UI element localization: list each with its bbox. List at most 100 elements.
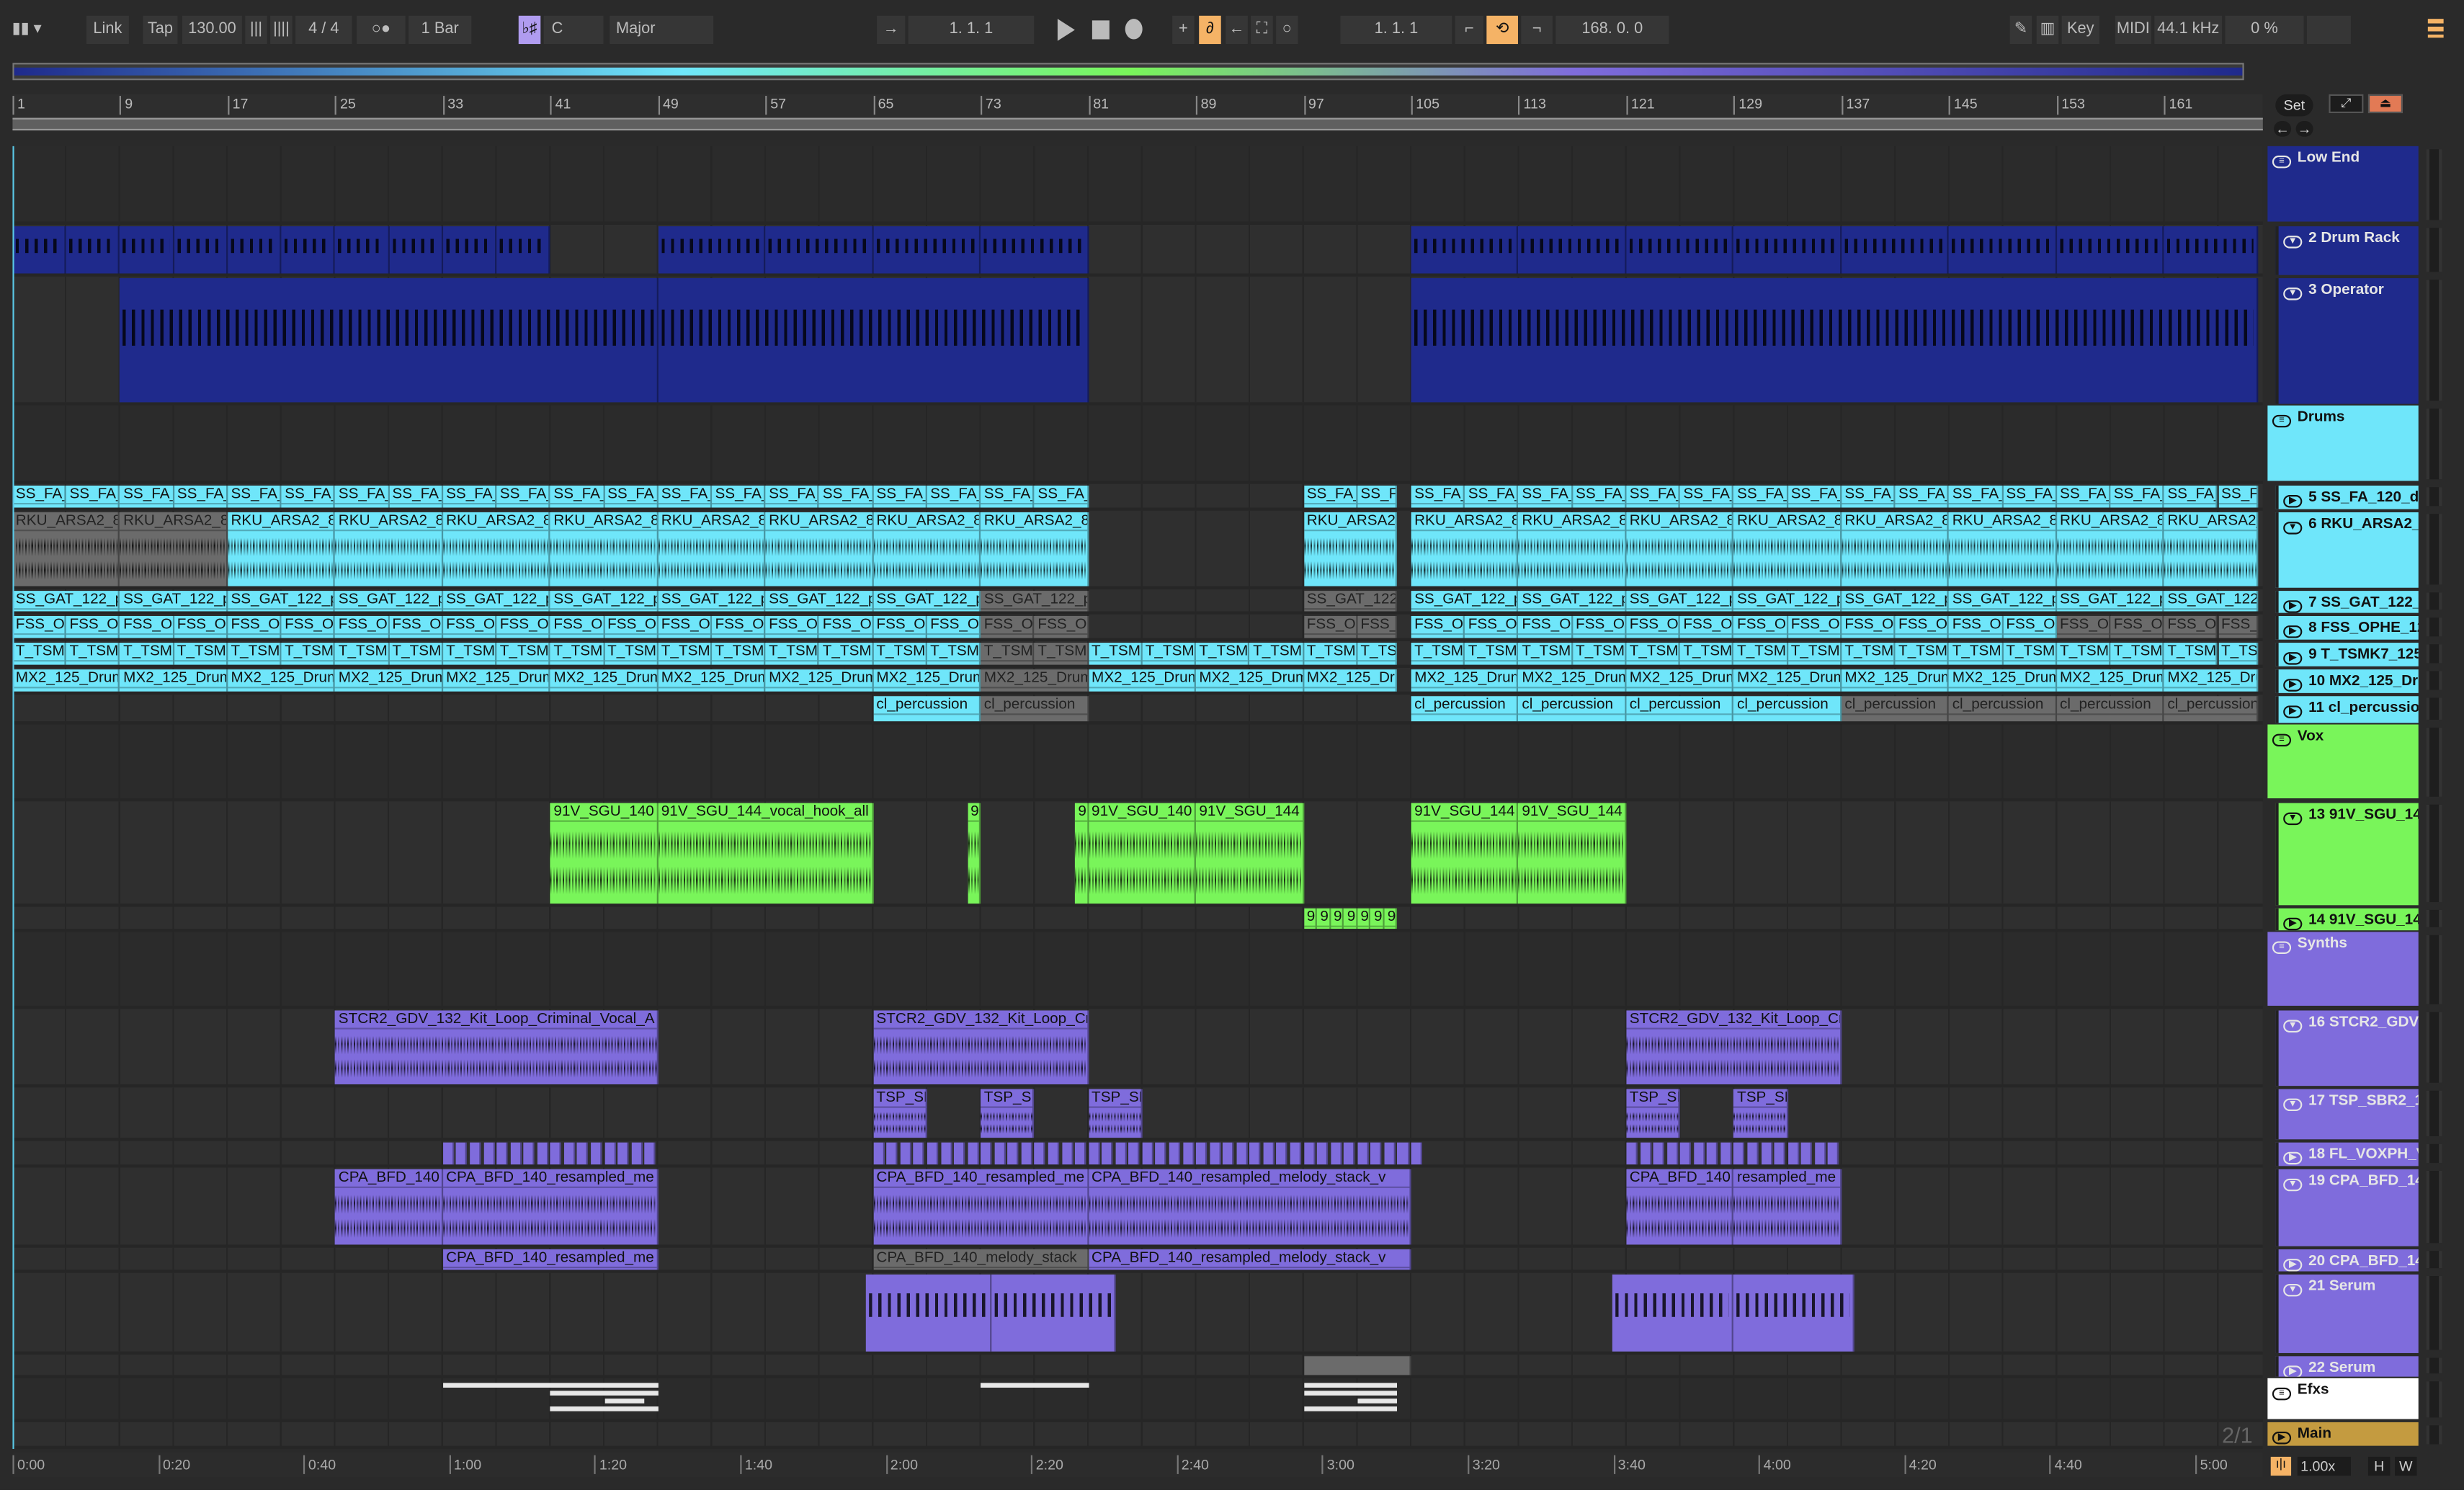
clip[interactable] [483,1142,495,1165]
clip[interactable]: SS_FA_ [819,485,874,508]
clip[interactable]: T_TSMK7 [1519,643,1573,665]
clip[interactable] [617,1142,629,1165]
clip[interactable] [1290,1142,1302,1165]
clip[interactable]: T_TSMK7 [927,643,981,665]
clip[interactable] [1733,1274,1855,1352]
clip[interactable]: RKU_ARSA2_84 [550,512,659,586]
clip[interactable] [981,1142,992,1165]
clip[interactable] [174,226,228,274]
clip[interactable] [2056,226,2164,274]
clip[interactable] [510,1142,522,1165]
clip[interactable] [550,1142,562,1165]
track-header[interactable]: ▶ 7 SS_GAT_122_ [2275,591,2419,613]
clip[interactable] [1801,1142,1813,1165]
track-lane[interactable] [12,724,2263,802]
clip[interactable]: SS_FA_ [2164,485,2218,508]
clip[interactable]: SS_FA_ [658,485,713,508]
clip[interactable]: SS_FA_ [2056,485,2111,508]
clip[interactable]: MX2_125_Drum [765,669,874,692]
track-lane[interactable] [12,146,2263,225]
clip[interactable]: 91V_SGU_144 [1196,803,1304,904]
clip[interactable]: T_TSMK7 [2056,643,2111,665]
clip[interactable]: cl_percussion [1519,696,1627,722]
clip[interactable]: SS_FA_ [2110,485,2164,508]
automation-arm-icon[interactable]: ∂ [1199,15,1221,45]
clip[interactable] [994,1142,1006,1165]
clip[interactable]: CPA_BFD_140_melody_stack [873,1249,1089,1270]
clip[interactable]: SS_FA_ [1357,485,1398,508]
view-toggle-icon[interactable]: ▮▮ ▾ [9,15,45,45]
clip[interactable]: SS_FA_ [1519,485,1573,508]
clip[interactable]: SS_GAT_122_p [1411,591,1519,612]
track-lane[interactable] [12,1355,2263,1378]
clip[interactable] [1196,1142,1208,1165]
clip[interactable]: 9 [1370,908,1385,929]
capture-icon[interactable]: ⛶ [1251,15,1273,45]
clip[interactable] [12,226,67,274]
clip[interactable] [658,226,766,274]
clip[interactable]: SS_FA_ [496,485,551,508]
clip[interactable]: RKU_ARSA2_84 [873,512,981,586]
clip[interactable] [1828,1142,1839,1165]
clip[interactable]: SS_FA_ [765,485,820,508]
clip[interactable] [389,226,443,274]
clip[interactable]: T_TSMK7 [1411,643,1465,665]
clip[interactable]: FSS_OPHE [1733,615,1788,638]
clip[interactable]: cl_percussion [981,696,1089,722]
clip[interactable]: FSS_OPHE [1626,615,1680,638]
clip[interactable]: SS_FA_ [604,485,659,508]
clip[interactable]: SS_GAT_122_p [658,591,766,612]
nudge-up-icon[interactable]: |||| [270,15,293,45]
clip[interactable]: FSS_OPHE [2110,615,2164,638]
arrangement-position-field[interactable]: 1. 1. 1 [908,15,1035,45]
clip[interactable] [591,1142,602,1165]
expand-track-icon[interactable]: ▶ [2283,1365,2303,1377]
track-header[interactable]: ▼ 21 Serum [2275,1274,2419,1353]
clip[interactable]: MX2_125_Drum [335,669,443,692]
clip[interactable]: CPA_BFD_140_resampled_melody_stack_v [1088,1169,1411,1245]
key-map-button[interactable]: Key [2061,15,2099,45]
clip[interactable]: T_TSMK7 [765,643,820,665]
follow-icon[interactable]: → [877,15,906,45]
clip[interactable]: SS_FA_ [1787,485,1842,508]
lock-icon[interactable]: ⏏ [2367,94,2403,114]
clip[interactable]: SS_FA_ [174,485,228,508]
clip[interactable]: FSS_OPHE [496,615,551,638]
clip[interactable] [1303,1142,1315,1165]
clip[interactable]: SS_GAT_122_p [765,591,874,612]
clip[interactable] [981,226,1089,274]
clip[interactable] [1774,1142,1786,1165]
clip[interactable] [456,1142,468,1165]
clip[interactable]: cl_percussion [1733,696,1842,722]
clip[interactable]: RKU_ARSA2_84 [1949,512,2057,586]
clip[interactable]: SS_FA_ [873,485,927,508]
track-header[interactable]: ▼ 17 TSP_SBR2_1 [2275,1089,2419,1140]
clip[interactable]: FSS_OPHE [2218,615,2259,638]
track-lane[interactable] [12,906,2263,932]
clip[interactable] [1720,1142,1732,1165]
clip[interactable]: T_TSMK7 [873,643,927,665]
clip[interactable] [496,226,551,274]
clip[interactable] [1277,1142,1288,1165]
clip[interactable]: T_TSMK7 [120,643,174,665]
clip[interactable] [1075,1142,1086,1165]
expand-track-icon[interactable]: ▶ [2272,1432,2292,1445]
clip[interactable] [496,1142,508,1165]
clip[interactable]: 9 [1317,908,1331,929]
midi-map-button[interactable]: MIDI [2115,15,2151,45]
clip[interactable]: T_TSMK7 [658,643,713,665]
clip[interactable]: FSS_OPHE [1572,615,1627,638]
clip[interactable] [1128,1142,1141,1165]
clip[interactable]: TSP_SBR2 [981,1089,1035,1138]
clip[interactable]: FSS_OPHE [1787,615,1842,638]
clip[interactable]: cl_percussion [1626,696,1734,722]
clip[interactable]: SS_FA_ [1572,485,1627,508]
clip[interactable]: SS_FA_ [2003,485,2057,508]
clip[interactable] [120,226,174,274]
clip[interactable]: CPA_BFD_140_resampled_me [442,1169,659,1245]
expand-track-icon[interactable]: ▶ [2283,600,2303,613]
clip[interactable]: T_TSMK7 [981,643,1035,665]
clip[interactable]: 9 [1344,908,1358,929]
clip[interactable] [1814,1142,1826,1165]
nudge-down-icon[interactable]: ||| [245,15,267,45]
